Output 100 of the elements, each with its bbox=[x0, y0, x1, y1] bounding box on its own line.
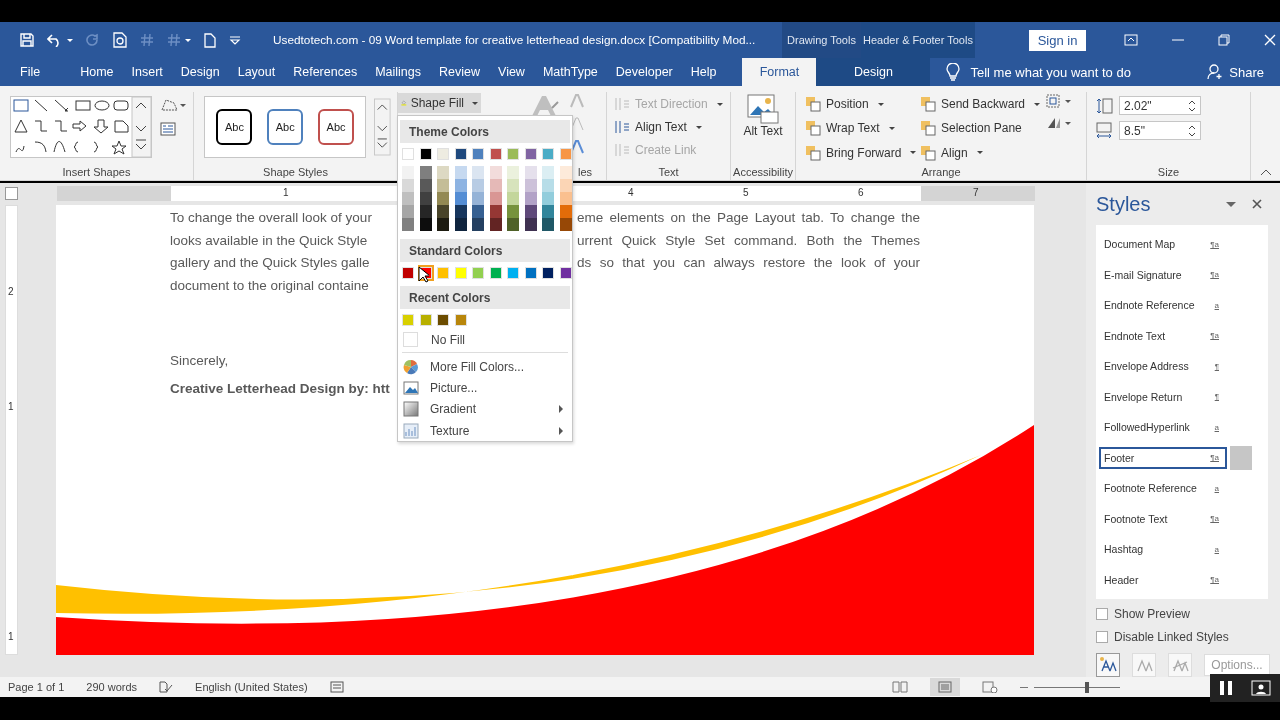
edit-shape-icon[interactable] bbox=[160, 98, 186, 112]
color-swatch[interactable] bbox=[472, 192, 484, 205]
color-swatch[interactable] bbox=[437, 218, 449, 231]
ribbon-tab[interactable]: Format bbox=[742, 58, 817, 86]
color-swatch[interactable] bbox=[542, 179, 554, 192]
color-swatch[interactable] bbox=[454, 166, 467, 179]
color-swatch[interactable] bbox=[472, 205, 484, 218]
slider-thumb[interactable] bbox=[1085, 681, 1090, 693]
style-item[interactable]: Envelope Return ¶ bbox=[1099, 385, 1227, 408]
style-item[interactable]: Footer ¶a bbox=[1099, 446, 1227, 469]
language-label[interactable]: English (United States) bbox=[195, 681, 308, 693]
color-swatch[interactable] bbox=[402, 148, 414, 160]
ribbon-tab[interactable]: Home bbox=[72, 58, 122, 86]
color-swatch[interactable] bbox=[507, 179, 519, 192]
color-swatch[interactable] bbox=[542, 166, 554, 179]
color-swatch[interactable] bbox=[507, 166, 519, 179]
ribbon-tab[interactable]: Help bbox=[682, 58, 725, 86]
color-swatch[interactable] bbox=[524, 267, 537, 279]
color-swatch[interactable] bbox=[454, 314, 467, 326]
color-swatch[interactable] bbox=[437, 205, 449, 218]
redo-icon[interactable] bbox=[86, 33, 100, 47]
ribbon-tab[interactable]: Design bbox=[816, 58, 931, 86]
ribbon-tab[interactable]: Review bbox=[431, 58, 488, 86]
color-swatch[interactable] bbox=[524, 166, 537, 179]
scroll-thumb[interactable] bbox=[1230, 445, 1252, 470]
text-box-icon[interactable] bbox=[160, 122, 176, 136]
color-swatch[interactable] bbox=[559, 166, 572, 179]
caret-icon[interactable] bbox=[1226, 201, 1236, 207]
ribbon-tab[interactable]: References bbox=[285, 58, 366, 86]
ribbon-tab[interactable]: File bbox=[8, 58, 53, 86]
ribbon-command[interactable]: Bring Forward bbox=[802, 142, 920, 163]
color-swatch[interactable] bbox=[402, 267, 414, 279]
group-objects-icon[interactable] bbox=[1046, 94, 1074, 108]
color-swatch[interactable] bbox=[559, 148, 572, 160]
alt-text-button[interactable]: Alt Text bbox=[743, 94, 783, 166]
word-count[interactable]: 290 words bbox=[86, 681, 138, 693]
color-swatch[interactable] bbox=[489, 218, 502, 231]
restore-icon[interactable] bbox=[1218, 34, 1230, 46]
shape-style-sample[interactable]: Abc bbox=[216, 109, 253, 145]
color-swatch[interactable] bbox=[489, 192, 502, 205]
hash-icon[interactable] bbox=[140, 33, 154, 47]
style-item[interactable]: Header ¶a bbox=[1099, 568, 1227, 591]
style-item[interactable]: E-mail Signature ¶a bbox=[1099, 263, 1227, 286]
color-swatch[interactable] bbox=[507, 205, 519, 218]
text-fill-icon[interactable] bbox=[570, 94, 584, 108]
ribbon-tab[interactable]: Insert bbox=[123, 58, 171, 86]
color-swatch[interactable] bbox=[559, 179, 572, 192]
checkbox[interactable] bbox=[1096, 630, 1108, 643]
color-swatch[interactable] bbox=[542, 218, 554, 231]
spinner-icon[interactable] bbox=[1188, 124, 1196, 137]
color-swatch[interactable] bbox=[542, 192, 554, 205]
color-swatch[interactable] bbox=[559, 218, 572, 231]
color-swatch[interactable] bbox=[507, 148, 519, 160]
color-swatch[interactable] bbox=[419, 192, 432, 205]
ribbon-command[interactable]: Wrap Text bbox=[802, 118, 898, 139]
color-swatch[interactable] bbox=[489, 166, 502, 179]
ribbon-display-icon[interactable] bbox=[1124, 34, 1138, 46]
style-item[interactable]: FollowedHyperlink a bbox=[1099, 416, 1227, 439]
tab-selector[interactable] bbox=[5, 187, 18, 200]
spinner-icon[interactable] bbox=[1188, 99, 1196, 112]
ribbon-tab[interactable]: Developer bbox=[607, 58, 681, 86]
color-swatch[interactable] bbox=[437, 179, 449, 192]
color-swatch[interactable] bbox=[419, 179, 432, 192]
height-field[interactable]: 2.02" bbox=[1119, 96, 1201, 115]
tell-me-field[interactable]: Tell me what you want to do bbox=[970, 64, 1131, 80]
ribbon-tab[interactable]: Design bbox=[172, 58, 228, 86]
ribbon-tab[interactable]: View bbox=[490, 58, 533, 86]
style-item[interactable]: Footnote Text ¶a bbox=[1099, 507, 1227, 530]
customize-icon[interactable] bbox=[229, 35, 241, 45]
color-swatch[interactable] bbox=[419, 148, 432, 160]
collapse-ribbon-icon[interactable] bbox=[1260, 169, 1272, 176]
print-layout-button[interactable] bbox=[930, 678, 960, 696]
color-swatch[interactable] bbox=[402, 192, 414, 205]
close-icon[interactable] bbox=[1252, 199, 1262, 209]
color-swatch[interactable] bbox=[454, 267, 467, 279]
proofing-icon[interactable] bbox=[159, 681, 174, 693]
color-swatch[interactable] bbox=[489, 205, 502, 218]
color-swatch[interactable] bbox=[419, 205, 432, 218]
color-swatch[interactable] bbox=[472, 148, 484, 160]
color-swatch[interactable] bbox=[472, 166, 484, 179]
color-swatch[interactable] bbox=[489, 148, 502, 160]
color-swatch[interactable] bbox=[524, 205, 537, 218]
style-inspector-icon[interactable] bbox=[1132, 653, 1156, 677]
ribbon-tab[interactable]: Mailings bbox=[367, 58, 429, 86]
new-document-icon[interactable] bbox=[204, 32, 216, 48]
ribbon-command[interactable]: Align Text bbox=[611, 117, 705, 137]
color-swatch[interactable] bbox=[437, 148, 449, 160]
color-swatch[interactable] bbox=[402, 166, 414, 179]
new-style-icon[interactable] bbox=[1096, 653, 1120, 677]
shape-fill-button[interactable]: Shape Fill bbox=[398, 93, 481, 113]
color-swatch[interactable] bbox=[437, 166, 449, 179]
shape-gallery-drawing[interactable] bbox=[10, 96, 152, 158]
read-mode-icon[interactable] bbox=[892, 681, 908, 693]
share-button[interactable]: Share bbox=[1203, 58, 1268, 86]
sign-in-button[interactable]: Sign in bbox=[1029, 29, 1086, 51]
style-item[interactable]: Endnote Reference a bbox=[1099, 294, 1227, 317]
ribbon-command[interactable]: Align bbox=[917, 142, 986, 163]
color-swatch[interactable] bbox=[454, 205, 467, 218]
ribbon-command[interactable]: Send Backward bbox=[917, 94, 1044, 114]
color-swatch[interactable] bbox=[542, 267, 554, 279]
